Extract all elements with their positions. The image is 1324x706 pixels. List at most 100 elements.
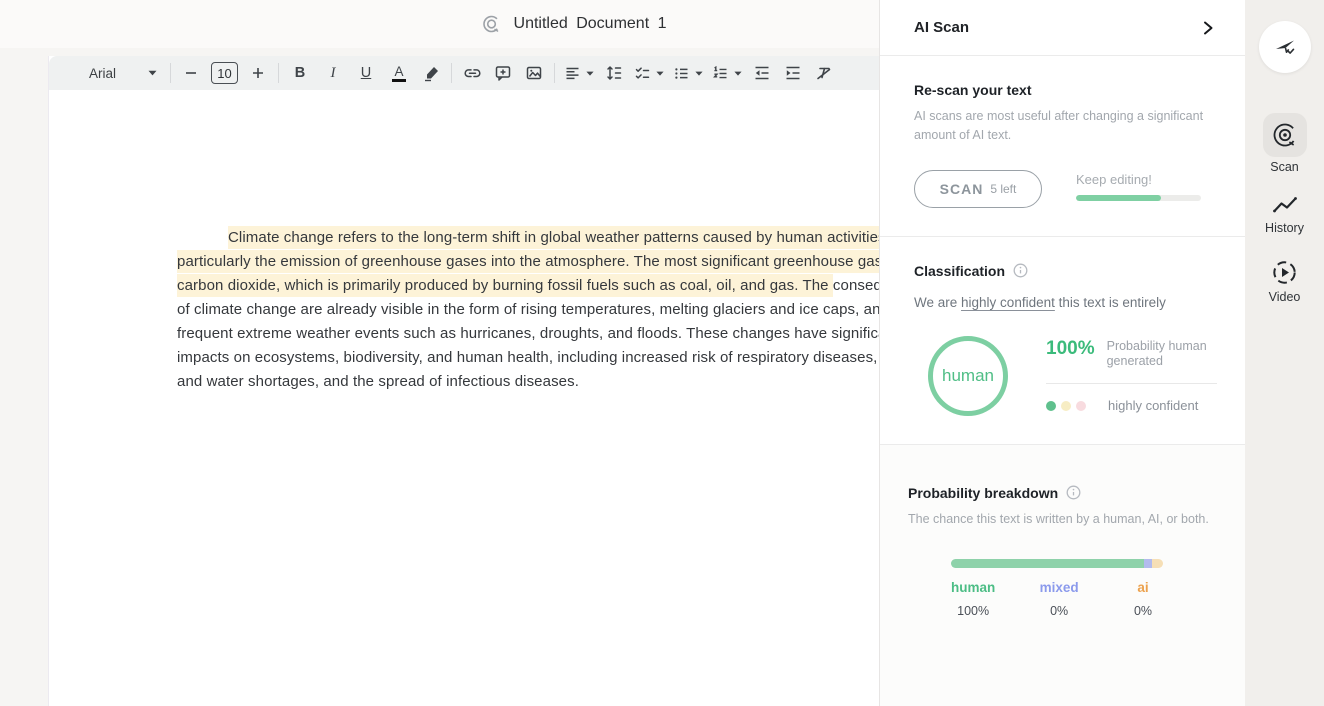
toolbar-divider: [451, 63, 452, 83]
ai-scan-panel: AI Scan Re-scan your text AI scans are m…: [879, 0, 1245, 706]
toolbar-divider: [554, 63, 555, 83]
confidence-dot-yellow: [1061, 401, 1071, 411]
scan-button[interactable]: SCAN 5 left: [914, 170, 1042, 208]
chevron-down-icon: [148, 70, 157, 76]
confidence-dots: [1046, 401, 1086, 411]
confidence-link[interactable]: highly confident: [961, 295, 1055, 310]
sentence-prefix: We are: [914, 295, 961, 310]
probability-breakdown-section: Probability breakdown The chance this te…: [880, 445, 1245, 706]
rescan-heading: Re-scan your text: [914, 82, 1213, 98]
video-icon: [1271, 259, 1298, 286]
line-spacing-button[interactable]: [603, 60, 625, 86]
text-color-swatch: [392, 79, 406, 82]
decrease-font-size-button[interactable]: [180, 60, 202, 86]
ai-scan-header[interactable]: AI Scan: [880, 0, 1245, 56]
text-color-button[interactable]: A: [387, 60, 411, 86]
confidence-label: highly confident: [1108, 398, 1198, 413]
app-header: Untitled Document 1: [0, 0, 879, 48]
label-ai: ai: [1137, 580, 1148, 595]
chevron-down-icon: [695, 71, 703, 76]
sentence-suffix: this text is entirely: [1055, 295, 1166, 310]
checklist-icon: [634, 65, 651, 82]
align-left-icon: [564, 65, 581, 82]
bar-segment-human: [951, 559, 1144, 568]
bar-segment-mixed: [1144, 559, 1152, 568]
rescan-description: AI scans are most useful after changing …: [914, 107, 1204, 146]
classification-heading: Classification: [914, 263, 1005, 279]
bulleted-list-button[interactable]: [673, 60, 703, 86]
increase-indent-button[interactable]: [782, 60, 804, 86]
increase-font-size-button[interactable]: [247, 60, 269, 86]
chevron-down-icon: [734, 71, 742, 76]
decrease-indent-icon: [753, 64, 771, 82]
increase-indent-icon: [784, 64, 802, 82]
highlighted-text[interactable]: Climate change refers to the long-term s…: [177, 226, 898, 297]
keep-editing-progress: [1076, 195, 1201, 201]
confidence-dot-pink: [1076, 401, 1086, 411]
history-icon: [1271, 194, 1299, 216]
clear-formatting-icon: [815, 64, 833, 82]
font-family-dropdown[interactable]: Arial: [85, 60, 161, 86]
breakdown-description: The chance this text is written by a hum…: [908, 510, 1217, 529]
label-mixed: mixed: [1040, 580, 1079, 595]
insert-image-button[interactable]: [523, 60, 545, 86]
decrease-indent-button[interactable]: [751, 60, 773, 86]
font-size-input[interactable]: 10: [211, 60, 238, 86]
classification-sentence: We are highly confident this text is ent…: [914, 295, 1213, 310]
gptzero-logo-icon: [482, 14, 502, 34]
rail-item-history[interactable]: History: [1265, 192, 1304, 235]
breakdown-labels: human 100% mixed 0% ai 0%: [951, 580, 1163, 618]
label-human: human: [951, 580, 995, 595]
bar-segment-ai: [1152, 559, 1163, 568]
scan-button-label: SCAN: [940, 181, 984, 197]
send-check-icon: [1272, 34, 1298, 60]
rail-item-video[interactable]: Video: [1269, 257, 1301, 304]
probability-stacked-bar: [951, 559, 1163, 568]
scans-left-badge: 5 left: [990, 182, 1016, 196]
chevron-right-icon[interactable]: [1201, 20, 1215, 36]
human-badge: human: [928, 336, 1008, 416]
gptzero-scan-icon: [1271, 121, 1299, 149]
rail-label-scan: Scan: [1270, 160, 1299, 174]
comment-icon: [494, 64, 512, 82]
editor-canvas: Arial 10 B I U A: [0, 48, 879, 706]
toolbar-divider: [170, 63, 171, 83]
toolbar-divider: [278, 63, 279, 83]
insert-link-button[interactable]: [461, 60, 483, 86]
insert-comment-button[interactable]: [492, 60, 514, 86]
image-icon: [525, 64, 543, 82]
human-badge-label: human: [942, 366, 994, 386]
underline-button[interactable]: U: [354, 60, 378, 86]
chevron-down-icon: [656, 71, 664, 76]
checklist-button[interactable]: [634, 60, 664, 86]
italic-button[interactable]: I: [321, 60, 345, 86]
value-ai: 0%: [1134, 604, 1152, 618]
probability-value: 100%: [1046, 339, 1095, 360]
divider: [1046, 383, 1217, 384]
numbered-list-icon: [712, 65, 729, 82]
font-family-value: Arial: [89, 66, 116, 81]
align-button[interactable]: [564, 60, 594, 86]
line-spacing-icon: [605, 64, 623, 82]
document-title[interactable]: Untitled Document 1: [514, 15, 667, 33]
keep-editing-progress-fill: [1076, 195, 1161, 201]
clear-formatting-button[interactable]: [813, 60, 835, 86]
send-button[interactable]: [1259, 21, 1311, 73]
info-icon[interactable]: [1066, 485, 1081, 500]
rail-label-history: History: [1265, 221, 1304, 235]
font-size-value: 10: [211, 62, 238, 84]
value-human: 100%: [957, 604, 989, 618]
ai-scan-title: AI Scan: [914, 19, 969, 36]
highlighter-button[interactable]: [420, 60, 442, 86]
numbered-list-button[interactable]: [712, 60, 742, 86]
bulleted-list-icon: [673, 65, 690, 82]
breakdown-heading: Probability breakdown: [908, 485, 1058, 501]
rail-item-scan[interactable]: Scan: [1263, 113, 1307, 174]
chevron-down-icon: [586, 71, 594, 76]
rescan-section: Re-scan your text AI scans are most usef…: [880, 56, 1245, 237]
link-icon: [463, 64, 482, 83]
rail-label-video: Video: [1269, 290, 1301, 304]
info-icon[interactable]: [1013, 263, 1028, 278]
bold-button[interactable]: B: [288, 60, 312, 86]
paragraph[interactable]: Climate change refers to the long-term s…: [177, 226, 939, 394]
